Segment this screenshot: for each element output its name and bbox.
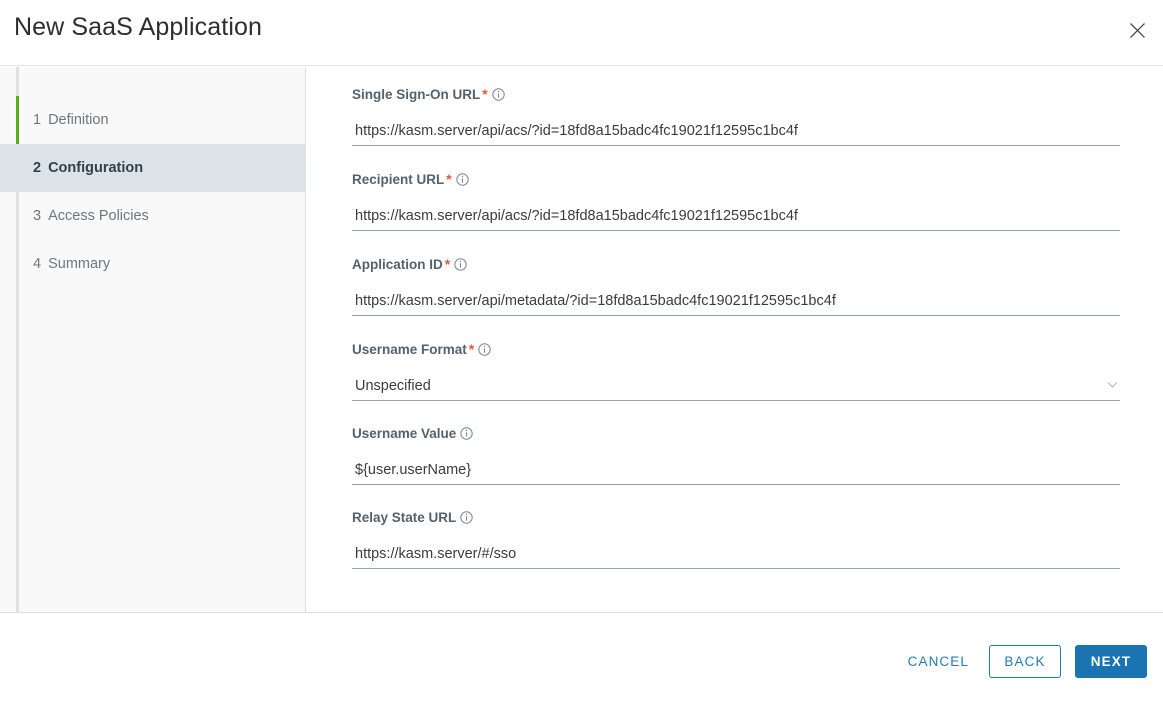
wizard-steps: 1 Definition 2 Configuration 3 Access Po… (0, 96, 306, 288)
back-button[interactable]: BACK (989, 645, 1061, 678)
step-label: Configuration (48, 160, 144, 176)
field-label: Application ID * (352, 256, 1120, 272)
info-circle-icon[interactable] (454, 258, 467, 271)
label-text: Username Format (352, 342, 467, 357)
sidebar-item-summary[interactable]: 4 Summary (0, 240, 306, 288)
new-saas-application-dialog: New SaaS Application 1 Definition 2 Conf… (0, 0, 1163, 701)
field-label: Single Sign-On URL * (352, 86, 1120, 102)
select-wrapper[interactable]: Unspecified (352, 372, 1120, 401)
input-wrapper (352, 202, 1120, 231)
page-title: New SaaS Application (14, 13, 262, 41)
info-circle-icon[interactable] (478, 343, 491, 356)
input-wrapper (352, 117, 1120, 146)
field-label: Recipient URL * (352, 171, 1120, 187)
info-circle-icon[interactable] (492, 88, 505, 101)
single-sign-on-url-input[interactable] (352, 117, 1120, 145)
cancel-button[interactable]: CANCEL (902, 646, 975, 677)
application-id-input[interactable] (352, 287, 1120, 315)
footer-actions: CANCEL BACK NEXT (902, 645, 1147, 678)
field-label: Relay State URL (352, 510, 1120, 525)
field-application-id: Application ID * (352, 256, 1120, 316)
input-wrapper (352, 456, 1120, 485)
label-text: Relay State URL (352, 510, 457, 525)
required-marker: * (468, 341, 475, 357)
field-recipient-url: Recipient URL * (352, 171, 1120, 231)
relay-state-url-input[interactable] (352, 540, 1120, 568)
wizard-sidebar: 1 Definition 2 Configuration 3 Access Po… (0, 67, 306, 613)
input-wrapper (352, 540, 1120, 569)
dialog-footer: CANCEL BACK NEXT (0, 614, 1163, 701)
close-icon[interactable] (1119, 12, 1155, 48)
sidebar-item-configuration[interactable]: 2 Configuration (0, 144, 306, 192)
field-single-sign-on-url: Single Sign-On URL * (352, 86, 1120, 146)
field-username-value: Username Value (352, 426, 1120, 485)
username-format-select[interactable]: Unspecified (352, 372, 1120, 400)
username-value-input[interactable] (352, 456, 1120, 484)
label-text: Single Sign-On URL (352, 87, 481, 102)
sidebar-item-definition[interactable]: 1 Definition (0, 96, 306, 144)
configuration-form: Single Sign-On URL* Recipient URL* Appli… (307, 67, 1163, 594)
step-number: 2 (33, 160, 42, 176)
next-button[interactable]: NEXT (1075, 645, 1147, 678)
label-text: Username Value (352, 426, 457, 441)
sidebar-item-access-policies[interactable]: 3 Access Policies (0, 192, 306, 240)
step-number: 3 (33, 208, 42, 224)
step-number: 4 (33, 256, 42, 272)
required-marker: * (446, 171, 452, 187)
field-label: Username Value (352, 426, 1120, 441)
input-wrapper (352, 287, 1120, 316)
required-marker: * (482, 86, 488, 102)
info-circle-icon[interactable] (460, 427, 474, 440)
required-marker: * (444, 256, 451, 272)
label-text: Application ID (352, 257, 443, 272)
configuration-form-panel: Single Sign-On URL* Recipient URL* Appli… (307, 67, 1163, 613)
step-label: Summary (48, 256, 111, 272)
recipient-url-input[interactable] (352, 202, 1120, 230)
chevron-down-icon[interactable] (1107, 381, 1118, 389)
info-circle-icon[interactable] (460, 511, 473, 524)
field-label: Username Format * (352, 341, 1120, 357)
step-number: 1 (33, 112, 42, 128)
field-username-format: Username Format * Unspecified (352, 341, 1120, 401)
label-text: Recipient URL (352, 172, 445, 187)
info-circle-icon[interactable] (456, 173, 469, 186)
step-label: Access Policies (48, 208, 149, 224)
dialog-header: New SaaS Application (0, 0, 1163, 66)
field-relay-state-url: Relay State URL (352, 510, 1120, 569)
step-label: Definition (48, 112, 109, 128)
